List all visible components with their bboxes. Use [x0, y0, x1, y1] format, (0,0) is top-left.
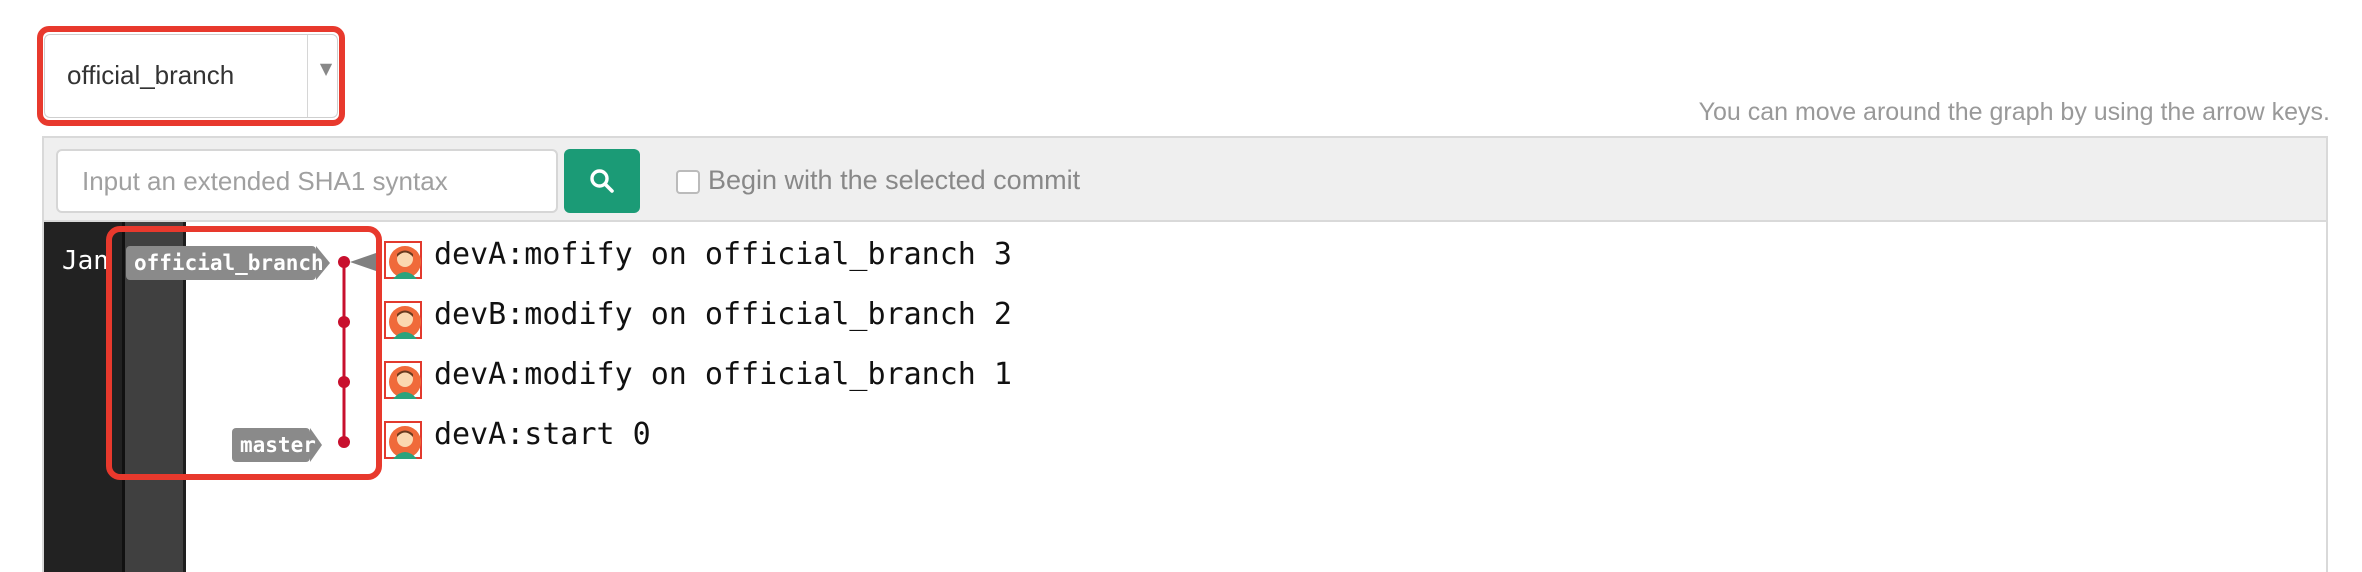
commit-message[interactable]: devA:modify on official_branch 1: [434, 357, 1012, 392]
avatar: [384, 361, 422, 399]
highlight-box-graph: [106, 226, 382, 480]
keyboard-hint: You can move around the graph by using t…: [1698, 98, 2330, 126]
user-avatar-icon: [389, 306, 421, 339]
highlight-box-branch-select: [37, 26, 345, 126]
begin-with-selected-checkbox[interactable]: [676, 170, 700, 194]
avatar: [384, 241, 422, 279]
sha-search-input[interactable]: [56, 149, 558, 213]
user-avatar-icon: [389, 366, 421, 399]
search-button[interactable]: [564, 149, 640, 213]
begin-with-selected-label: Begin with the selected commit: [708, 164, 1081, 195]
graph-toolbar: Begin with the selected commit: [42, 136, 2328, 222]
commit-message[interactable]: devA:start 0: [434, 417, 651, 452]
avatar: [384, 301, 422, 339]
begin-with-selected-option[interactable]: Begin with the selected commit: [676, 162, 1080, 198]
commit-message[interactable]: devA:mofify on official_branch 3: [434, 237, 1012, 272]
commit-graph[interactable]: Jan official_branch master devA:mofify o…: [42, 222, 2328, 572]
search-icon: [590, 169, 614, 193]
user-avatar-icon: [389, 426, 421, 459]
commit-message[interactable]: devB:modify on official_branch 2: [434, 297, 1012, 332]
user-avatar-icon: [389, 246, 421, 279]
avatar: [384, 421, 422, 459]
